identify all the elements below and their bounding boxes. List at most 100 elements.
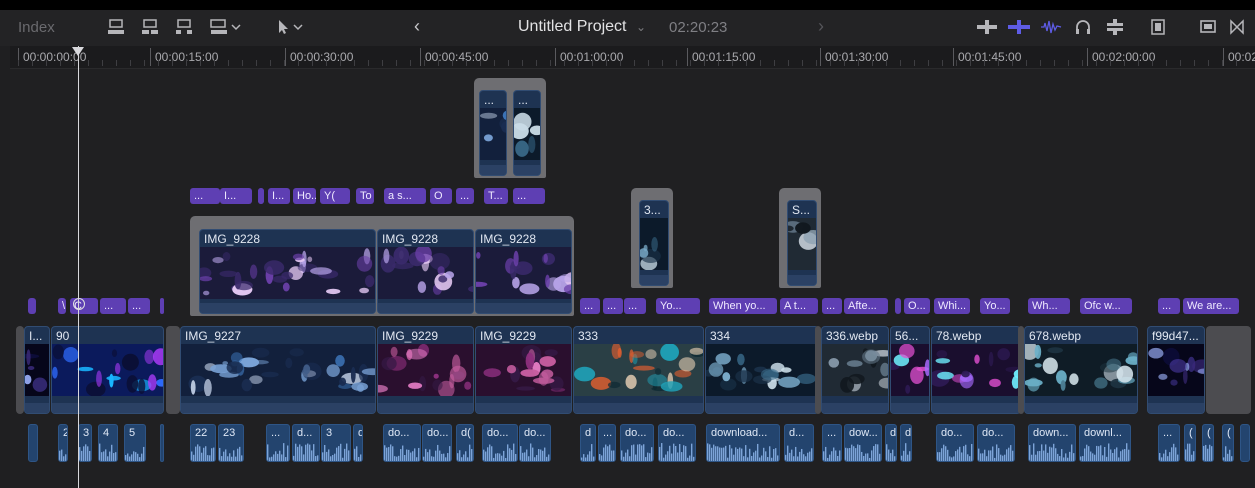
primary-video-clip[interactable]: 78.webp [931, 326, 1021, 414]
headphones-icon[interactable] [1074, 18, 1092, 38]
title-clip[interactable]: I... [268, 188, 290, 204]
audio-clip[interactable] [28, 424, 38, 462]
primary-video-clip[interactable]: IMG_9229 [475, 326, 572, 414]
back-icon[interactable]: ‹ [414, 16, 420, 37]
audio-clip[interactable]: do... [482, 424, 518, 462]
title-clip[interactable]: To I... [356, 188, 374, 204]
primary-video-clip[interactable]: I... [24, 326, 50, 414]
connected-video-clip[interactable]: S... [787, 200, 817, 286]
audio-clip[interactable]: download... [706, 424, 780, 462]
project-title[interactable]: Untitled Project [518, 18, 627, 36]
title-clip[interactable]: ... [100, 298, 126, 314]
title-clip[interactable]: A t... [780, 298, 818, 314]
audio-clip[interactable]: d [900, 424, 912, 462]
title-clip[interactable]: Ofc w... [1080, 298, 1132, 314]
audio-clip[interactable]: d... [784, 424, 814, 462]
connected-video-clip[interactable]: 3... [639, 200, 669, 286]
audio-clip[interactable]: 3 [321, 424, 351, 462]
playhead-marker-icon[interactable] [72, 47, 84, 57]
title-clip[interactable]: O... [904, 298, 930, 314]
audio-clip[interactable]: do... [422, 424, 452, 462]
zoom-audio-icon[interactable] [976, 18, 998, 38]
primary-video-clip[interactable]: 56... [890, 326, 930, 414]
audio-clip[interactable]: d... [292, 424, 320, 462]
primary-video-clip[interactable]: 678.webp [1024, 326, 1138, 414]
audio-skimming-icon[interactable] [1040, 18, 1062, 38]
insert-clip-icon[interactable] [141, 18, 159, 38]
audio-clip[interactable]: ( [1222, 424, 1234, 462]
title-clip[interactable]: We are... [1183, 298, 1239, 314]
title-clip[interactable]: Ho... [293, 188, 316, 204]
title-clip[interactable]: O [430, 188, 452, 204]
storyline-clip[interactable]: IMG_9228 [475, 229, 572, 314]
audio-clip[interactable]: 2 [58, 424, 68, 462]
primary-video-clip[interactable]: 333 [573, 326, 704, 414]
audio-clip[interactable]: d [885, 424, 897, 462]
title-clip[interactable]: \ [58, 298, 66, 314]
connected-video-clip[interactable]: ... [479, 90, 507, 176]
title-clip[interactable]: Yo... [656, 298, 700, 314]
snapping-icon[interactable] [1007, 18, 1031, 38]
append-clip-icon[interactable] [107, 18, 125, 38]
title-clip[interactable]: Wh... [1028, 298, 1070, 314]
audio-clip[interactable]: d( [456, 424, 474, 462]
audio-clip[interactable]: 3 [78, 424, 92, 462]
audio-clip[interactable]: do... [519, 424, 551, 462]
title-clip[interactable]: ... [822, 298, 842, 314]
title-clip[interactable]: Afte... [844, 298, 888, 314]
storyline-clip[interactable]: IMG_9228 [377, 229, 474, 314]
audio-clip[interactable]: 5 [124, 424, 146, 462]
audio-clip[interactable] [1240, 424, 1250, 462]
audio-clip[interactable]: down... [1028, 424, 1076, 462]
audio-clip[interactable]: ... [822, 424, 842, 462]
title-clip[interactable]: Y( [320, 188, 350, 204]
connected-video-clip[interactable]: ... [513, 90, 541, 176]
audio-clip[interactable]: ... [266, 424, 290, 462]
audio-clip[interactable]: d [580, 424, 596, 462]
audio-clip[interactable]: d( [353, 424, 363, 462]
audio-clip[interactable]: 22 [190, 424, 216, 462]
title-clip[interactable]: ... [190, 188, 220, 204]
audio-clip[interactable]: ... [598, 424, 616, 462]
filmstrip-icon[interactable] [1229, 18, 1245, 38]
title-clip[interactable]: ... [128, 298, 150, 314]
primary-video-clip[interactable]: 336.webp [821, 326, 889, 414]
audio-clip[interactable]: ( [1184, 424, 1196, 462]
title-clip[interactable] [160, 298, 164, 314]
title-clip[interactable]: Whi... [934, 298, 970, 314]
time-ruler[interactable]: 00:00:00:00 00:00:15:00 00:00:30:00 00:00:4… [10, 46, 1255, 69]
title-clip[interactable]: I... [220, 188, 252, 204]
title-clip[interactable]: a s... [384, 188, 426, 204]
audio-clip[interactable]: 23 [218, 424, 244, 462]
chevron-down-icon[interactable]: ⌄ [636, 20, 646, 34]
primary-video-clip[interactable]: IMG_9227 [180, 326, 376, 414]
primary-video-clip[interactable]: 334 [705, 326, 819, 414]
forward-icon[interactable]: › [818, 16, 824, 37]
audio-clip[interactable]: dow... [844, 424, 882, 462]
audio-clip[interactable]: 4 [98, 424, 118, 462]
connect-clip-icon[interactable] [210, 18, 242, 38]
audio-clip[interactable]: ( [1202, 424, 1214, 462]
arrow-tool-icon[interactable] [276, 18, 304, 38]
storyline-clip[interactable]: IMG_9228 [199, 229, 376, 314]
title-clip[interactable]: When yo... [709, 298, 777, 314]
primary-video-clip[interactable]: IMG_9229 [377, 326, 474, 414]
title-clip[interactable]: ... [624, 298, 646, 314]
audio-clip[interactable]: do... [977, 424, 1015, 462]
primary-video-clip[interactable]: 90 [51, 326, 164, 414]
audio-clip[interactable]: do... [383, 424, 421, 462]
audio-clip[interactable]: do... [620, 424, 654, 462]
title-clip[interactable] [28, 298, 36, 314]
title-clip[interactable] [258, 188, 264, 204]
primary-video-clip[interactable]: f99d47... [1147, 326, 1205, 414]
audio-clip[interactable]: ... [1158, 424, 1180, 462]
title-clip[interactable]: ... [1158, 298, 1180, 314]
audio-clip[interactable]: downl... [1079, 424, 1131, 462]
solo-icon[interactable] [1104, 18, 1126, 38]
index-button[interactable]: Index [18, 19, 55, 36]
audio-clip[interactable]: do... [658, 424, 696, 462]
overwrite-clip-icon[interactable] [175, 18, 193, 38]
title-clip[interactable]: ... [603, 298, 623, 314]
skimmer-handle[interactable] [73, 298, 85, 310]
title-clip[interactable] [895, 298, 901, 314]
